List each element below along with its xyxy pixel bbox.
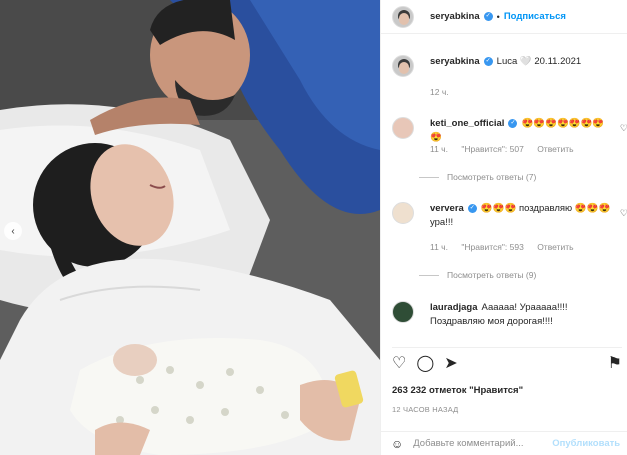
post-caption: seryabkina ✓ Luca 🤍 20.11.2021 12 ч. — [392, 55, 622, 97]
verified-icon: ✓ — [483, 56, 493, 66]
comment-username[interactable]: lauradjaga — [430, 302, 478, 313]
comment-meta: 11 ч. "Нравится": 507 Ответить — [430, 144, 585, 154]
save-icon[interactable]: ⚑ — [608, 353, 622, 373]
emoji-icon[interactable]: ☺ — [391, 437, 403, 451]
chevron-left-icon: ‹ — [11, 225, 15, 237]
reply-button[interactable]: Ответить — [537, 144, 573, 154]
comment-item: lauradjaga Аааааа! Урааааа!!!! Поздравляю… — [392, 301, 627, 329]
divider — [419, 176, 439, 178]
verified-icon: ✓ — [467, 203, 477, 213]
comment-body: keti_one_official ✓ 😍😍😍😍😍😍😍😍 — [430, 117, 615, 145]
likes-count[interactable]: 263 232 отметок "Нравится" — [392, 385, 523, 396]
comment-body: lauradjaga Аааааа! Урааааа!!!! Поздравляю… — [430, 301, 615, 329]
avatar[interactable] — [392, 5, 414, 28]
comment-body: ververa ✓ 😍😍😍 поздравляю 😍😍😍 ура!!! — [430, 202, 615, 230]
comment-input[interactable] — [413, 438, 549, 449]
comment-username[interactable]: ververa — [430, 203, 464, 214]
comment-meta: 11 ч. "Нравится": 593 Ответить — [430, 242, 585, 252]
comment-item: keti_one_official ✓ 😍😍😍😍😍😍😍😍 ♡ 11 ч. "Нрав… — [392, 117, 627, 154]
comment-like-icon[interactable]: ♡ — [620, 123, 627, 134]
follow-button[interactable]: Подписаться — [504, 11, 566, 22]
comment-icon[interactable]: ◯ — [416, 353, 434, 373]
view-replies-label: Посмотреть ответы (7) — [447, 172, 537, 182]
comment-likes[interactable]: "Нравится": 593 — [461, 242, 523, 252]
view-replies-label: Посмотреть ответы (9) — [447, 270, 537, 280]
comment-item: ververa ✓ 😍😍😍 поздравляю 😍😍😍 ура!!! ♡ 11 ч… — [392, 202, 627, 252]
comment-likes[interactable]: "Нравится": 507 — [461, 144, 523, 154]
caption-text-block: seryabkina ✓ Luca 🤍 20.11.2021 — [430, 55, 581, 69]
caption-username[interactable]: seryabkina — [430, 56, 480, 67]
reply-button[interactable]: Ответить — [537, 242, 573, 252]
like-icon[interactable]: ♡ — [392, 353, 406, 373]
add-comment-bar: ☺ Опубликовать — [381, 431, 627, 455]
comment-username[interactable]: keti_one_official — [430, 118, 504, 129]
author-username[interactable]: seryabkina — [430, 11, 480, 22]
publish-button[interactable]: Опубликовать — [552, 438, 620, 449]
post-header: seryabkina ✓ • Подписаться — [381, 0, 627, 34]
post-side-panel: seryabkina ✓ • Подписаться seryabkina ✓ Lu… — [380, 0, 627, 455]
verified-icon: ✓ — [508, 118, 518, 128]
post-actions: ♡ ◯ ➤ ⚑ — [392, 347, 622, 373]
avatar[interactable] — [392, 55, 414, 77]
photo-illustration — [0, 0, 380, 455]
comment-time[interactable]: 11 ч. — [430, 242, 448, 252]
comment-time[interactable]: 11 ч. — [430, 144, 448, 154]
view-replies-button[interactable]: Посмотреть ответы (9) — [419, 270, 536, 280]
caption-time[interactable]: 12 ч. — [430, 87, 449, 97]
share-icon[interactable]: ➤ — [444, 353, 457, 373]
divider — [419, 274, 439, 276]
caption-text: Luca 🤍 20.11.2021 — [496, 56, 582, 67]
carousel-prev-button[interactable]: ‹ — [4, 222, 22, 240]
separator-dot: • — [496, 11, 500, 22]
post-photo: ‹ — [0, 0, 380, 455]
comment-like-icon[interactable]: ♡ — [620, 208, 627, 219]
posted-time[interactable]: 12 ЧАСОВ НАЗАД — [392, 405, 458, 414]
avatar[interactable] — [392, 117, 414, 139]
avatar[interactable] — [392, 301, 414, 323]
avatar[interactable] — [392, 202, 414, 224]
verified-icon: ✓ — [483, 12, 493, 21]
view-replies-button[interactable]: Посмотреть ответы (7) — [419, 172, 536, 182]
